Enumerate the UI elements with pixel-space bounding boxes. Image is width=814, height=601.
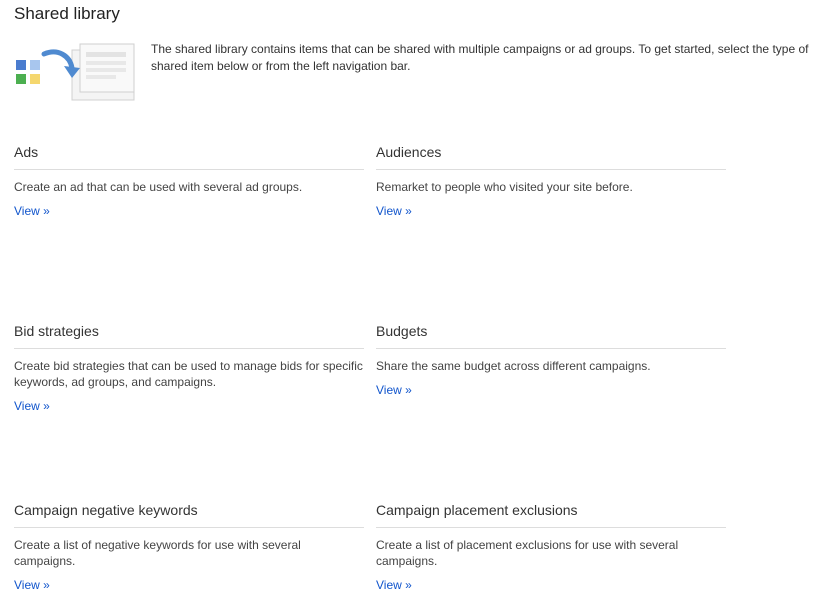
intro-section: The shared library contains items that c… [14, 38, 814, 102]
view-budgets-link[interactable]: View » [376, 383, 412, 397]
card-title: Campaign negative keywords [14, 500, 364, 528]
card-description: Create bid strategies that can be used t… [14, 359, 363, 389]
card-title: Bid strategies [14, 321, 364, 349]
view-ads-link[interactable]: View » [14, 204, 50, 218]
card-title: Budgets [376, 321, 726, 349]
card-campaign-negative-keywords: Campaign negative keywords Create a list… [14, 500, 364, 594]
view-bid-strategies-link[interactable]: View » [14, 399, 50, 413]
card-campaign-placement-exclusions: Campaign placement exclusions Create a l… [376, 500, 726, 594]
card-title: Campaign placement exclusions [376, 500, 726, 528]
card-description: Remarket to people who visited your site… [376, 180, 633, 194]
card-title: Audiences [376, 142, 726, 170]
card-budgets: Budgets Share the same budget across dif… [376, 321, 726, 399]
intro-description: The shared library contains items that c… [151, 42, 809, 73]
shared-library-illustration-icon [14, 42, 136, 102]
page-title: Shared library [14, 4, 120, 23]
view-placement-exclusions-link[interactable]: View » [376, 578, 412, 592]
card-description: Share the same budget across different c… [376, 359, 651, 373]
card-title: Ads [14, 142, 364, 170]
view-negative-keywords-link[interactable]: View » [14, 578, 50, 592]
card-description: Create a list of negative keywords for u… [14, 538, 301, 568]
card-description: Create an ad that can be used with sever… [14, 180, 303, 194]
card-ads: Ads Create an ad that can be used with s… [14, 142, 364, 220]
card-description: Create a list of placement exclusions fo… [376, 538, 679, 568]
card-bid-strategies: Bid strategies Create bid strategies tha… [14, 321, 364, 415]
card-audiences: Audiences Remarket to people who visited… [376, 142, 726, 220]
view-audiences-link[interactable]: View » [376, 204, 412, 218]
